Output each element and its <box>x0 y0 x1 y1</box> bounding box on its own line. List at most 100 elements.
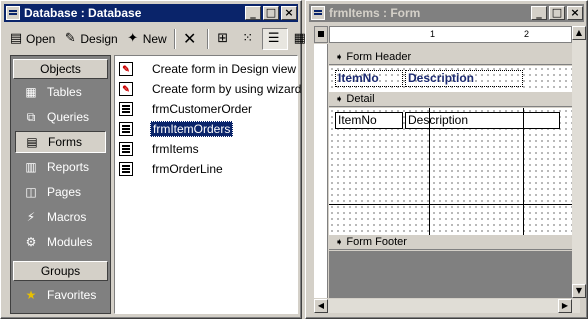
form-footer-label: Form Footer <box>346 236 407 248</box>
new-icon: ✦ <box>127 31 139 46</box>
wizard-icon: ✎ <box>119 62 133 76</box>
object-reports[interactable]: ▥ Reports <box>15 156 106 178</box>
close-button[interactable]: × <box>567 6 583 20</box>
section-arrow-icon: ➧ <box>335 52 344 63</box>
description-header-label[interactable]: Description <box>405 70 523 87</box>
delete-icon: ✕ <box>183 29 197 48</box>
favorites-icon: ★ <box>25 288 37 302</box>
large-icons-icon: ⊞ <box>217 31 229 46</box>
new-button[interactable]: ✦ New <box>122 28 170 50</box>
report-icon: ▥ <box>25 160 37 174</box>
itemno-header-label[interactable]: ItemNo <box>335 70 403 87</box>
vertical-scrollbar[interactable]: ▲ ▼ <box>572 26 586 298</box>
object-label: Reports <box>47 160 90 174</box>
create-form-item[interactable]: ✎ Create form in Design view <box>119 60 298 78</box>
list-view-button[interactable]: ☰ <box>261 28 288 50</box>
database-titlebar[interactable]: Database : Database _ □ × <box>4 4 298 22</box>
design-button[interactable]: ✎ Design <box>59 28 120 50</box>
horizontal-ruler: 1 2 <box>329 26 572 43</box>
form-icon <box>119 102 133 116</box>
ruler-mark: 2 <box>524 29 530 39</box>
scroll-left-button[interactable]: ◀ <box>314 299 328 313</box>
object-queries[interactable]: ⧉ Queries <box>15 106 106 128</box>
form-window-icon <box>311 6 325 20</box>
detail-bar[interactable]: ➧ Detail <box>329 92 580 107</box>
form-item-label: frmCustomerOrder <box>152 102 253 116</box>
query-icon: ⧉ <box>26 110 36 124</box>
scroll-down-button[interactable]: ▼ <box>572 284 586 298</box>
detail-label: Detail <box>346 93 375 105</box>
minimize-button[interactable]: _ <box>531 6 547 20</box>
object-modules[interactable]: ⚙ Modules <box>15 231 106 253</box>
object-label: Forms <box>48 135 82 149</box>
large-icons-button[interactable]: ⊞ <box>212 28 236 50</box>
delete-button[interactable]: ✕ <box>179 28 203 50</box>
database-title: Database : Database <box>24 6 142 20</box>
object-forms[interactable]: ▤ Forms <box>15 131 106 153</box>
table-icon: ▦ <box>25 85 37 99</box>
form-icon: ▤ <box>26 135 38 149</box>
object-tables[interactable]: ▦ Tables <box>15 81 106 103</box>
list-view-icon: ☰ <box>267 31 280 46</box>
group-label: Favorites <box>47 288 97 302</box>
module-icon: ⚙ <box>25 235 37 249</box>
form-item[interactable]: frmItemOrders <box>119 120 234 138</box>
object-label: Tables <box>47 85 82 99</box>
maximize-button[interactable]: □ <box>263 6 279 20</box>
object-label: Pages <box>47 185 82 199</box>
object-label: Macros <box>47 210 87 224</box>
form-icon <box>119 122 133 136</box>
maximize-button[interactable]: □ <box>549 6 565 20</box>
small-icons-button[interactable]: ⁙ <box>237 28 261 50</box>
objects-group-header[interactable]: Objects <box>13 59 108 79</box>
minimize-button[interactable]: _ <box>245 6 261 20</box>
form-item-label: frmItems <box>152 142 199 156</box>
page-icon: ◫ <box>25 185 37 199</box>
groups-header[interactable]: Groups <box>13 261 108 281</box>
object-label: Modules <box>47 235 93 249</box>
database-toolbar: ▤ Open ✎ Design ✦ New ✕ ⊞ ⁙ ☰ ▦ <box>5 26 314 52</box>
open-label: Open <box>26 32 56 46</box>
group-favorites[interactable]: ★ Favorites <box>15 284 106 306</box>
form-icon <box>119 162 133 176</box>
open-button[interactable]: ▤ Open <box>5 28 58 50</box>
form-header-label: Form Header <box>346 51 412 63</box>
grid-line <box>429 108 430 235</box>
form-selector[interactable] <box>314 26 328 43</box>
create-form-item[interactable]: ✎ Create form by using wizard <box>119 80 303 98</box>
database-window: Database : Database _ □ × ▤ Open ✎ Design … <box>0 0 306 319</box>
form-item-label: frmOrderLine <box>152 162 223 176</box>
object-pages[interactable]: ◫ Pages <box>15 181 106 203</box>
toolbar-separator <box>173 29 176 49</box>
horizontal-scrollbar[interactable]: ◀ ▶ <box>314 299 580 313</box>
close-button[interactable]: × <box>281 6 297 20</box>
macro-icon: ⚡ <box>26 210 36 224</box>
itemno-textbox[interactable]: ItemNo <box>335 112 403 129</box>
form-icon <box>119 142 133 156</box>
form-item-label: Create form by using wizard <box>152 82 302 96</box>
objects-bar: Objects ▦ Tables ⧉ Queries ▤ Forms ▥ Reports ◫ Pa… <box>10 55 111 314</box>
section-arrow-icon: ➧ <box>335 94 344 105</box>
design-label: Design <box>80 32 118 46</box>
toolbar-separator <box>206 29 209 49</box>
form-header-bar[interactable]: ➧ Form Header <box>329 50 580 65</box>
vertical-ruler <box>314 44 328 298</box>
detail-section[interactable]: ItemNo Description <box>329 108 580 235</box>
scroll-up-button[interactable]: ▲ <box>572 26 586 40</box>
small-icons-icon: ⁙ <box>242 31 254 46</box>
scroll-right-button[interactable]: ▶ <box>558 299 572 313</box>
form-item[interactable]: frmOrderLine <box>119 160 225 178</box>
form-footer-bar[interactable]: ➧ Form Footer <box>329 235 580 250</box>
form-header-section[interactable]: ItemNo Description <box>329 66 580 92</box>
grid-line <box>523 108 524 235</box>
object-macros[interactable]: ⚡ Macros <box>15 206 106 228</box>
forms-list: ✎ Create form in Design view ✎ Create form … <box>114 55 301 314</box>
form-item[interactable]: frmItems <box>119 140 201 158</box>
design-icon: ✎ <box>64 31 76 46</box>
wizard-icon: ✎ <box>119 82 133 96</box>
object-label: Queries <box>47 110 90 124</box>
section-arrow-icon: ➧ <box>335 237 344 248</box>
form-titlebar[interactable]: frmItems : Form _ □ × <box>309 4 584 22</box>
empty-design-area <box>329 251 580 298</box>
form-item[interactable]: frmCustomerOrder <box>119 100 254 118</box>
